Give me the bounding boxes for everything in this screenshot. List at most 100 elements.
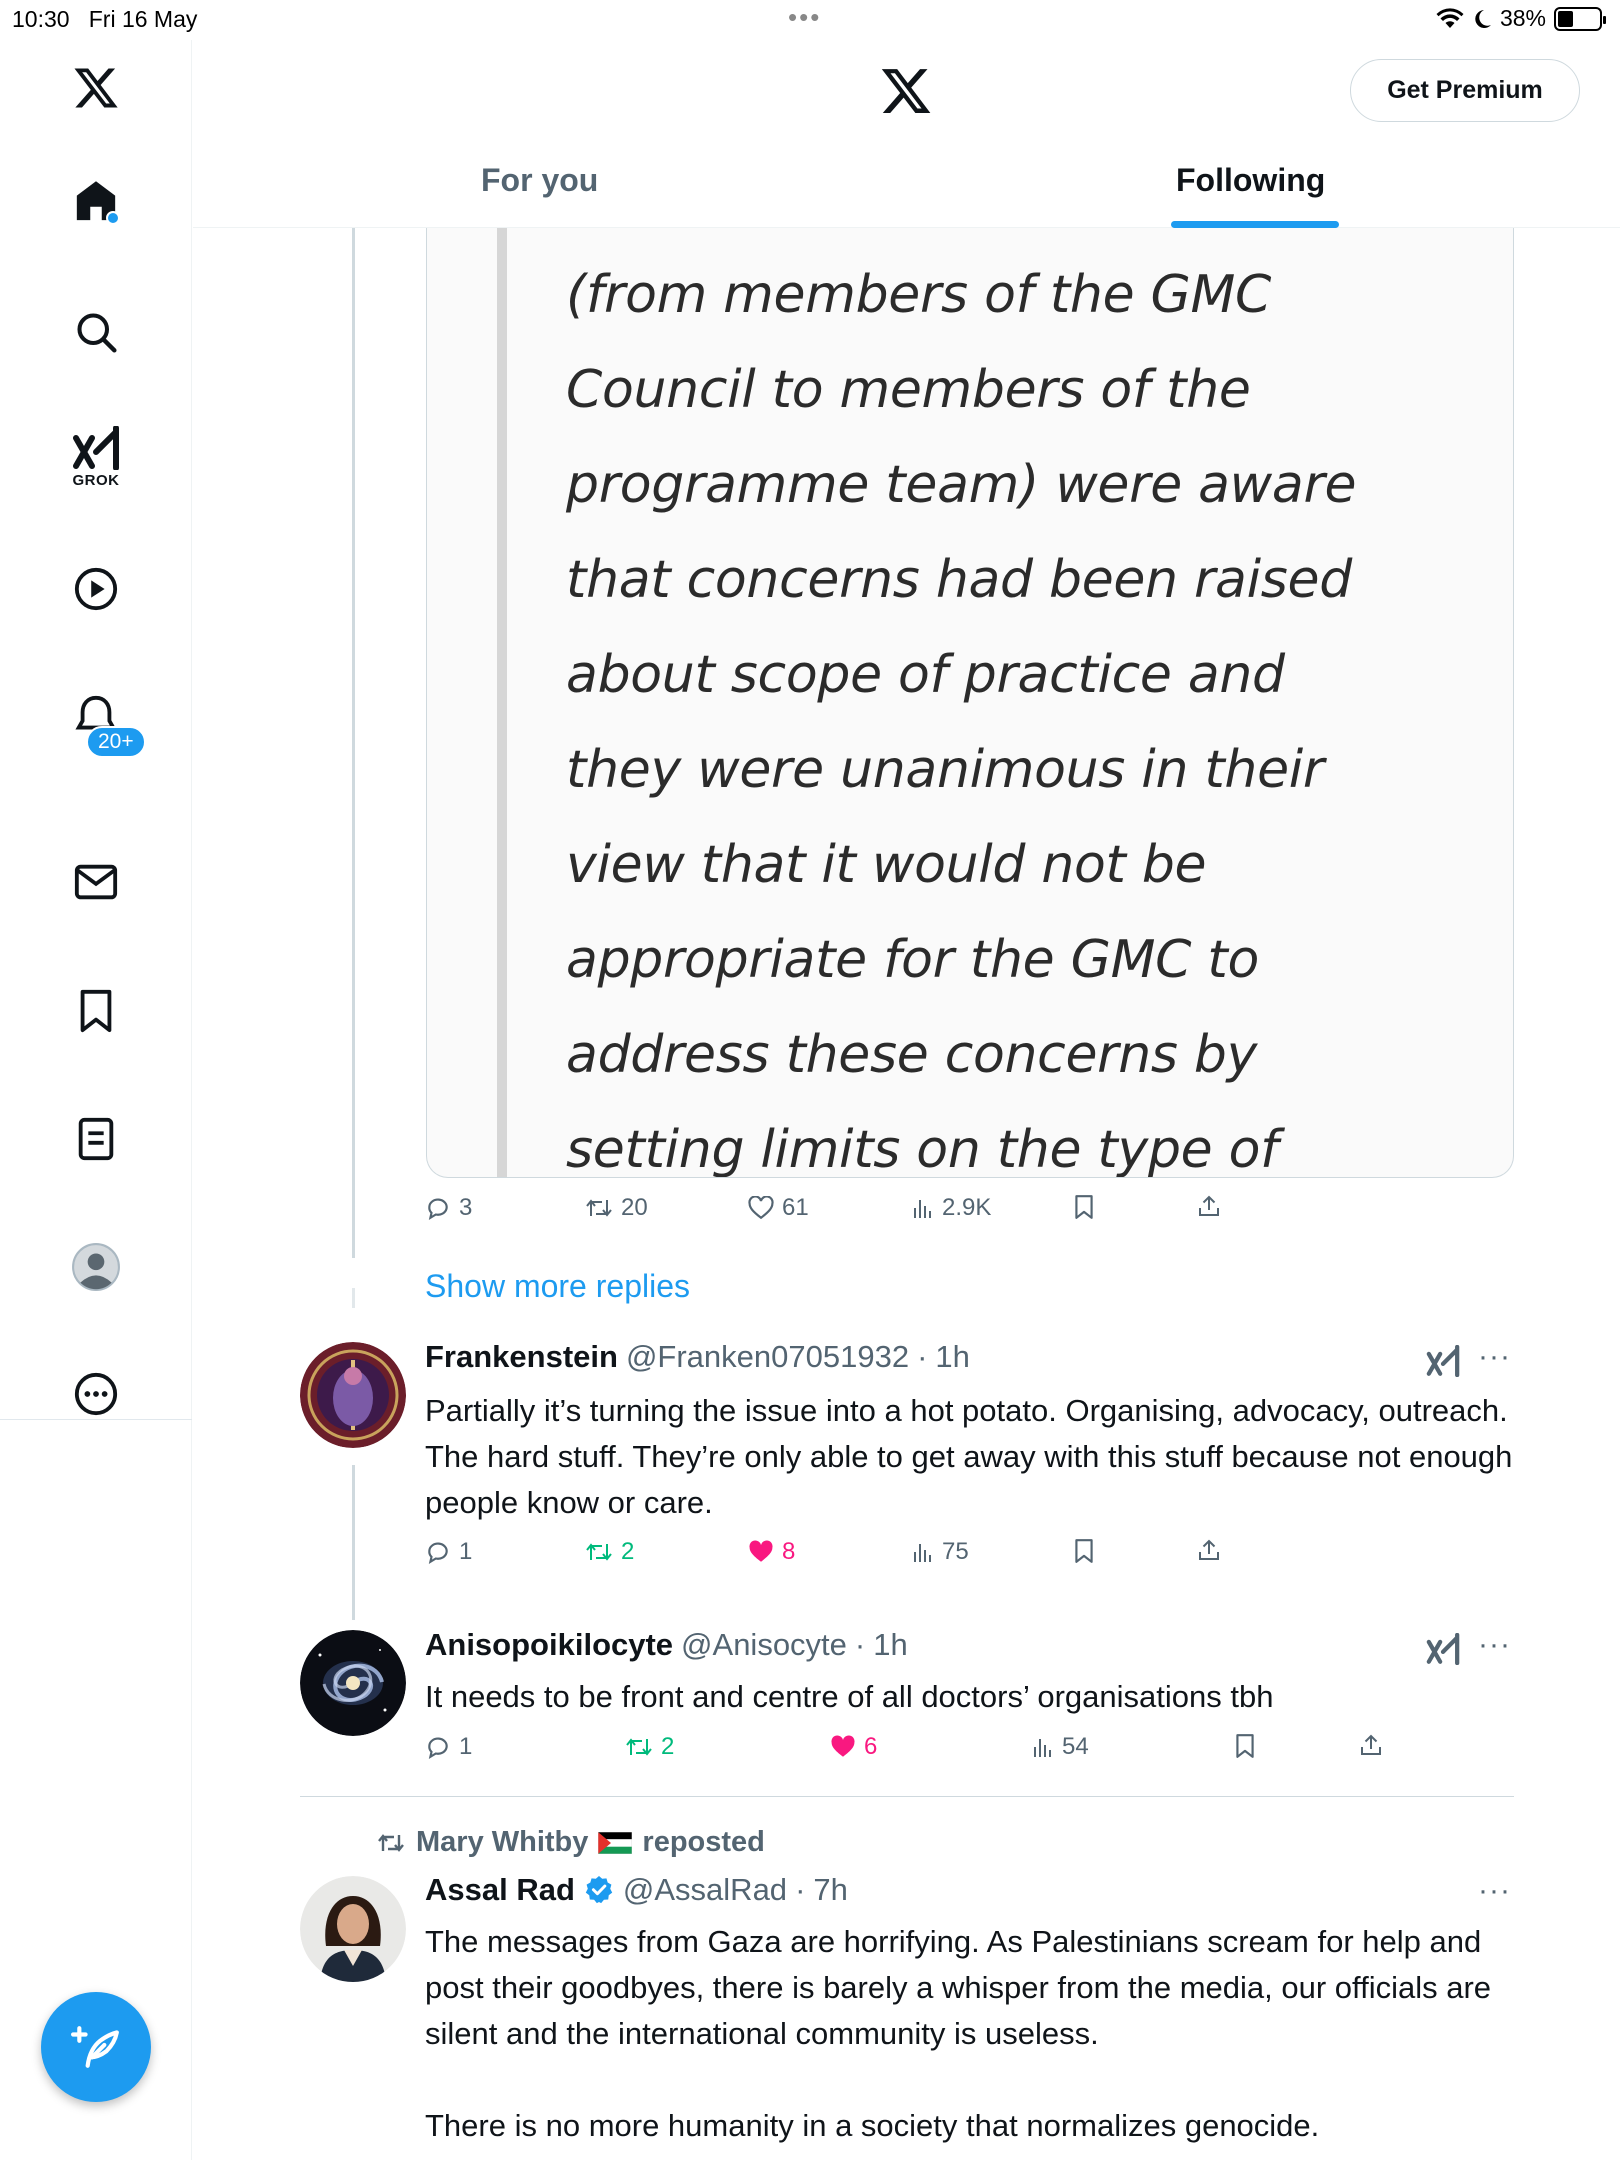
timeline-header: Get Premium For you Following — [193, 40, 1620, 228]
battery-icon — [1554, 6, 1606, 31]
like-button[interactable]: 6 — [830, 1733, 877, 1761]
tweet-header: Assal Rad @AssalRad · 7h — [425, 1872, 848, 1908]
share-button[interactable] — [1197, 1538, 1221, 1562]
avatar-galaxy — [300, 1630, 406, 1736]
reply-button[interactable]: 1 — [425, 1538, 472, 1566]
author-handle[interactable]: @Franken07051932 — [626, 1339, 909, 1375]
list-icon — [78, 1117, 114, 1161]
bookmark-button[interactable] — [1073, 1194, 1095, 1220]
views-button[interactable]: 54 — [1032, 1733, 1089, 1761]
view-count: 2.9K — [942, 1194, 992, 1221]
wifi-icon — [1436, 7, 1464, 28]
sidebar-item-x-logo[interactable] — [71, 64, 121, 112]
like-button[interactable]: 61 — [748, 1194, 809, 1222]
grok-label: GROK — [72, 472, 120, 489]
bookmark-icon — [1236, 1734, 1254, 1758]
separator-dot: · — [854, 1627, 866, 1662]
repost-button[interactable]: 20 — [585, 1194, 648, 1222]
grok-icon[interactable] — [1426, 1345, 1460, 1377]
tab-following[interactable]: Following — [1176, 162, 1325, 199]
compose-feather-icon — [71, 2026, 119, 2068]
analytics-icon — [914, 1544, 931, 1562]
battery-percent: 38% — [1499, 5, 1546, 31]
tweet-actions: 1 2 6 54 — [425, 1733, 1405, 1769]
more-options-icon[interactable]: ··· — [1478, 1874, 1511, 1908]
repost-icon — [378, 1833, 404, 1852]
heart-filled-icon — [749, 1540, 773, 1562]
sidebar-item-more[interactable] — [73, 1371, 119, 1417]
repost-context[interactable]: Mary Whitby reposted — [376, 1826, 765, 1859]
thread-line — [352, 228, 355, 1258]
repost-button[interactable]: 2 — [625, 1733, 674, 1761]
moon-icon — [1475, 9, 1491, 28]
tweet-text: It needs to be front and centre of all d… — [425, 1679, 1274, 1714]
like-count: 61 — [782, 1194, 809, 1221]
sidebar-item-videos[interactable] — [73, 566, 119, 612]
image-text-line: address these concerns by — [566, 1025, 1258, 1085]
image-text-line: appropriate for the GMC to — [566, 930, 1259, 990]
x-logo-icon[interactable] — [878, 64, 934, 118]
active-tab-indicator — [1171, 221, 1339, 228]
grok-icon — [73, 426, 119, 470]
tweet-time[interactable]: 7h — [813, 1872, 847, 1908]
bookmark-button[interactable] — [1234, 1733, 1256, 1759]
show-more-replies-link[interactable]: Show more replies — [425, 1268, 690, 1305]
profile-avatar-icon — [72, 1243, 120, 1291]
avatar-frankenstein — [300, 1342, 406, 1448]
bookmark-button[interactable] — [1073, 1538, 1095, 1564]
views-button[interactable]: 75 — [912, 1538, 969, 1566]
sidebar-item-lists[interactable] — [76, 1116, 116, 1162]
grok-icon[interactable] — [1426, 1633, 1460, 1665]
tweet-time[interactable]: 1h — [935, 1339, 969, 1375]
image-text-line: Council to members of the — [566, 360, 1251, 420]
sidebar-item-profile[interactable] — [71, 1242, 121, 1292]
repost-button[interactable]: 2 — [585, 1538, 634, 1566]
sidebar-item-messages[interactable] — [73, 862, 119, 902]
avatar[interactable] — [300, 1876, 406, 1982]
repost-count: 2 — [661, 1733, 675, 1760]
get-premium-button[interactable]: Get Premium — [1350, 59, 1580, 122]
palestine-flag-icon — [598, 1831, 633, 1854]
tweet-image-card[interactable]: (from members of the GMC Council to memb… — [426, 228, 1514, 1178]
reply-icon — [428, 1542, 448, 1564]
bookmark-icon — [1075, 1195, 1093, 1219]
tweet-actions: 1 2 8 75 — [425, 1538, 1245, 1574]
share-button[interactable] — [1197, 1194, 1221, 1218]
tweet-separator — [300, 1796, 1514, 1797]
tab-for-you[interactable]: For you — [481, 162, 598, 199]
share-button[interactable] — [1359, 1733, 1383, 1757]
compose-button[interactable] — [41, 1992, 151, 2102]
verified-badge-icon — [585, 1876, 613, 1904]
home-unread-dot — [106, 211, 120, 225]
separator-dot: · — [795, 1872, 806, 1907]
sidebar: GROK 20+ — [0, 40, 192, 2160]
sidebar-item-grok[interactable]: GROK — [72, 426, 120, 489]
reply-count: 1 — [459, 1733, 473, 1760]
avatar[interactable] — [300, 1630, 406, 1736]
repost-count: 20 — [621, 1194, 648, 1221]
sidebar-item-bookmarks[interactable] — [76, 988, 116, 1034]
avatar[interactable] — [300, 1342, 406, 1448]
reply-icon — [428, 1198, 448, 1220]
tweet-time[interactable]: 1h — [873, 1627, 907, 1663]
author-name[interactable]: Assal Rad — [425, 1872, 575, 1908]
tweet-paragraph: There is no more humanity in a society t… — [425, 2108, 1320, 2143]
thread-line — [352, 1465, 355, 1620]
reposted-label: reposted — [642, 1826, 765, 1858]
author-handle[interactable]: @Anisocyte — [681, 1627, 847, 1663]
views-button[interactable]: 2.9K — [912, 1194, 991, 1222]
like-button[interactable]: 8 — [748, 1538, 795, 1566]
reply-button[interactable]: 3 — [425, 1194, 472, 1222]
sidebar-item-search[interactable] — [74, 310, 118, 354]
more-options-icon[interactable]: ··· — [1478, 1628, 1511, 1662]
more-options-icon[interactable]: ··· — [1478, 1340, 1511, 1374]
reply-button[interactable]: 1 — [425, 1733, 472, 1761]
author-handle[interactable]: @AssalRad — [623, 1872, 787, 1908]
reply-count: 3 — [459, 1194, 473, 1221]
reposted-by-name: Mary Whitby — [416, 1826, 589, 1858]
reply-icon — [428, 1737, 448, 1759]
avatar-assal-rad — [300, 1876, 406, 1982]
author-name[interactable]: Frankenstein — [425, 1339, 618, 1375]
author-name[interactable]: Anisopoikilocyte — [425, 1627, 673, 1663]
multitask-dots[interactable]: ••• — [788, 2, 821, 33]
